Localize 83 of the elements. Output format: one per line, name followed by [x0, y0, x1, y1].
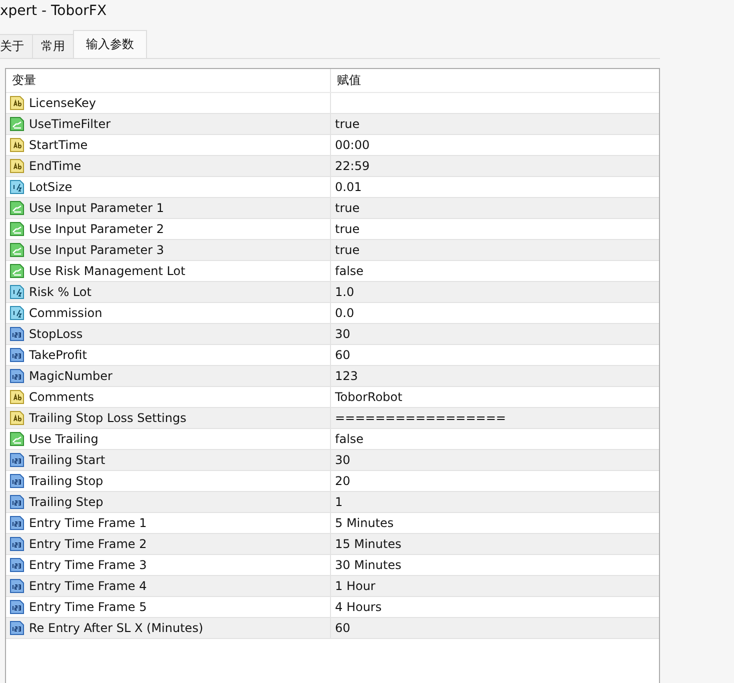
- parameter-value[interactable]: 0.01: [335, 180, 362, 194]
- parameter-value[interactable]: 5 Minutes: [335, 516, 394, 530]
- parameter-name: Entry Time Frame 3: [29, 558, 147, 572]
- number-type-icon: [9, 494, 25, 510]
- column-header[interactable]: 赋值: [337, 72, 361, 89]
- number-type-icon: [9, 599, 25, 615]
- parameter-value[interactable]: 20: [335, 474, 350, 488]
- parameter-name: Use Input Parameter 3: [29, 243, 164, 257]
- parameter-name: Re Entry After SL X (Minutes): [29, 621, 204, 635]
- parameter-name: Commission: [29, 306, 102, 320]
- number-type-icon: [9, 347, 25, 363]
- parameter-name: Entry Time Frame 5: [29, 600, 147, 614]
- parameter-name: Use Input Parameter 1: [29, 201, 164, 215]
- parameter-name: Trailing Start: [29, 453, 106, 467]
- parameter-value[interactable]: 0.0: [335, 306, 354, 320]
- parameter-name: Use Input Parameter 2: [29, 222, 164, 236]
- parameter-value[interactable]: 00:00: [335, 138, 370, 152]
- tab[interactable]: 输入参数: [73, 30, 147, 58]
- parameter-value[interactable]: true: [335, 201, 360, 215]
- number-type-icon: [9, 368, 25, 384]
- fraction-type-icon: [9, 305, 25, 321]
- parameter-value[interactable]: true: [335, 117, 360, 131]
- boolean-type-icon: [9, 263, 25, 279]
- tab[interactable]: 关于: [0, 34, 33, 58]
- text-type-icon: [9, 389, 25, 405]
- parameter-value[interactable]: false: [335, 264, 364, 278]
- parameter-name: Use Trailing: [29, 432, 98, 446]
- parameter-value[interactable]: 60: [335, 348, 350, 362]
- parameter-value[interactable]: 30: [335, 327, 350, 341]
- parameter-value[interactable]: 1.0: [335, 285, 354, 299]
- number-type-icon: [9, 452, 25, 468]
- number-type-icon: [9, 557, 25, 573]
- parameter-name: LicenseKey: [29, 96, 96, 110]
- parameter-name: EndTime: [29, 159, 82, 173]
- tab[interactable]: 常用: [32, 34, 74, 58]
- parameter-value[interactable]: 123: [335, 369, 358, 383]
- boolean-type-icon: [9, 116, 25, 132]
- parameter-name: Comments: [29, 390, 94, 404]
- boolean-type-icon: [9, 200, 25, 216]
- number-type-icon: [9, 515, 25, 531]
- parameter-value[interactable]: 30 Minutes: [335, 558, 402, 572]
- parameter-name: Trailing Stop: [29, 474, 104, 488]
- text-type-icon: [9, 158, 25, 174]
- number-type-icon: [9, 620, 25, 636]
- column-header[interactable]: 变量: [12, 72, 36, 89]
- number-type-icon: [9, 473, 25, 489]
- parameter-name: LotSize: [29, 180, 72, 194]
- parameter-name: StopLoss: [29, 327, 83, 341]
- parameter-name: Entry Time Frame 2: [29, 537, 147, 551]
- text-type-icon: [9, 137, 25, 153]
- parameter-name: MagicNumber: [29, 369, 112, 383]
- fraction-type-icon: [9, 284, 25, 300]
- parameter-name: Risk % Lot: [29, 285, 92, 299]
- parameter-value[interactable]: 1: [335, 495, 343, 509]
- parameter-name: Trailing Step: [29, 495, 104, 509]
- number-type-icon: [9, 326, 25, 342]
- text-type-icon: [9, 95, 25, 111]
- parameter-value[interactable]: false: [335, 432, 364, 446]
- parameter-name: UseTimeFilter: [29, 117, 111, 131]
- parameter-value[interactable]: 4 Hours: [335, 600, 382, 614]
- parameter-value[interactable]: 1 Hour: [335, 579, 376, 593]
- number-type-icon: [9, 578, 25, 594]
- parameter-name: TakeProfit: [29, 348, 87, 362]
- boolean-type-icon: [9, 221, 25, 237]
- parameter-name: Entry Time Frame 4: [29, 579, 147, 593]
- parameter-value[interactable]: 22:59: [335, 159, 370, 173]
- fraction-type-icon: [9, 179, 25, 195]
- parameter-value[interactable]: true: [335, 243, 360, 257]
- parameter-name: StartTime: [29, 138, 88, 152]
- parameter-value[interactable]: ToborRobot: [335, 390, 402, 404]
- parameter-name: Trailing Stop Loss Settings: [29, 411, 186, 425]
- boolean-type-icon: [9, 431, 25, 447]
- number-type-icon: [9, 536, 25, 552]
- text-type-icon: [9, 410, 25, 426]
- parameter-value[interactable]: 60: [335, 621, 350, 635]
- parameter-name: Entry Time Frame 1: [29, 516, 147, 530]
- boolean-type-icon: [9, 242, 25, 258]
- parameter-value[interactable]: 30: [335, 453, 350, 467]
- parameter-value[interactable]: 15 Minutes: [335, 537, 402, 551]
- window-title: xpert - ToborFX: [0, 2, 108, 21]
- parameter-name: Use Risk Management Lot: [29, 264, 186, 278]
- parameter-value[interactable]: true: [335, 222, 360, 236]
- parameter-value[interactable]: =================: [335, 411, 506, 425]
